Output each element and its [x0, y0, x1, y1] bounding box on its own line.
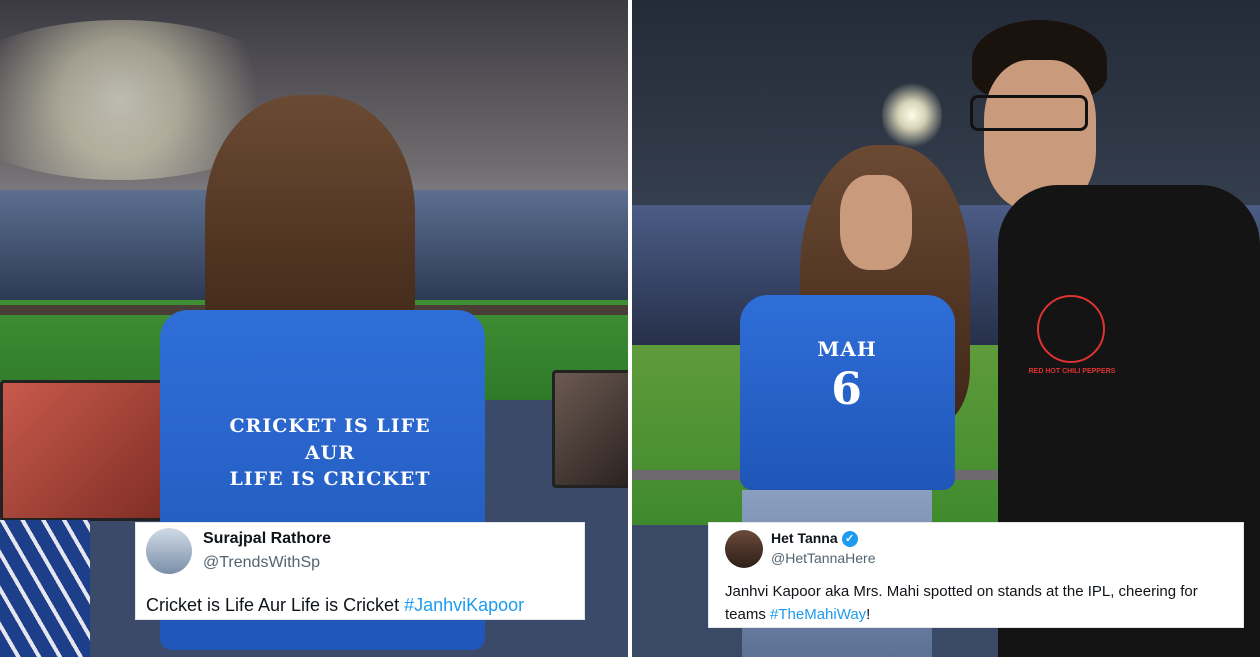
jersey-text-line-2: AUR — [304, 442, 356, 464]
tweet-author-name[interactable]: Surajpal Rathore — [203, 530, 331, 548]
floodlight — [882, 80, 942, 150]
jersey-number: 6 — [831, 364, 863, 415]
hashtag-link[interactable]: #TheMahiWay — [770, 606, 866, 623]
tweet-text-body: teams — [725, 606, 771, 623]
tweet-text-body: Cricket is Life Aur Life is Cricket — [146, 595, 405, 615]
man-glasses — [970, 95, 1088, 131]
verified-badge-icon: ✓ — [841, 531, 858, 548]
striped-chair — [0, 520, 90, 657]
tee-print-logo — [1037, 295, 1105, 363]
hashtag-link[interactable]: #JanhviKapoor — [404, 595, 524, 615]
jersey-text-line-1: CRICKET IS LIFE — [229, 415, 431, 437]
tweet-card-right[interactable]: Het Tanna ✓ @HetTannaHere Janhvi Kapoor a… — [708, 522, 1244, 628]
avatar[interactable] — [725, 530, 763, 568]
author-name-text[interactable]: Het Tanna — [771, 530, 838, 546]
tweet-author-name[interactable]: Het Tanna ✓ — [771, 530, 858, 548]
woman-face — [840, 175, 912, 270]
tv-screen-right — [552, 370, 628, 488]
avatar[interactable] — [146, 528, 192, 574]
tweet-text-end: ! — [866, 606, 871, 623]
tweet-text-line-1: Janhvi Kapoor aka Mrs. Mahi spotted on s… — [725, 583, 1198, 600]
tweet-text-line-2: teams #TheMahiWay! — [725, 606, 870, 623]
tweet-card-left[interactable]: Surajpal Rathore @TrendsWithSp Cricket i… — [135, 522, 585, 620]
tee-print-text: RED HOT CHILI PEPPERS — [1028, 368, 1116, 375]
tweet-author-handle[interactable]: @HetTannaHere — [771, 550, 876, 566]
tweet-text: Cricket is Life Aur Life is Cricket #Jan… — [146, 595, 524, 616]
tweet-author-handle[interactable]: @TrendsWithSp — [203, 554, 320, 572]
jersey-name: MAH — [817, 337, 877, 361]
jersey-text-line-3: LIFE IS CRICKET — [229, 468, 431, 490]
